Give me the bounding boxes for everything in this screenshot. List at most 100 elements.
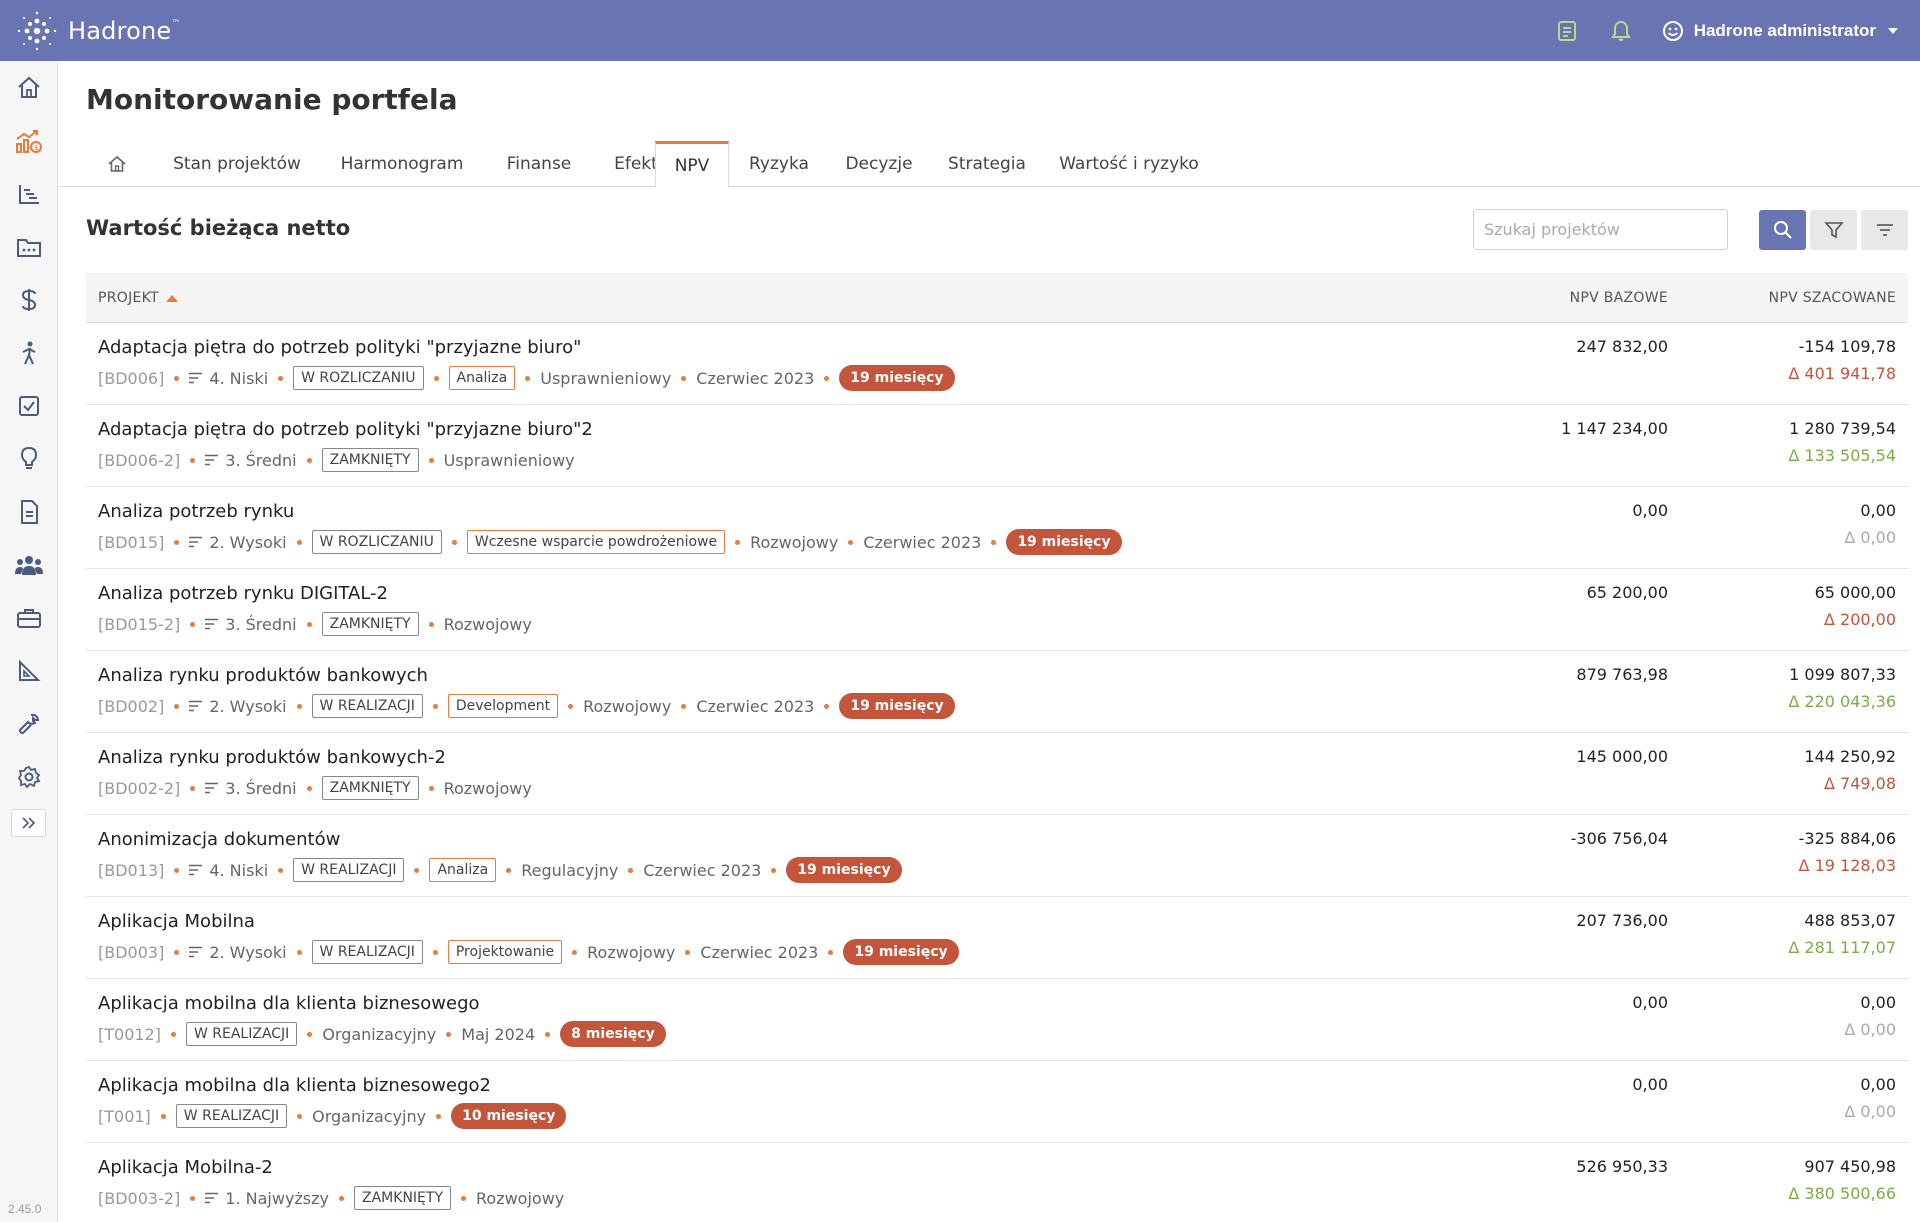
priority-lines-icon bbox=[205, 782, 219, 794]
bell-icon[interactable] bbox=[1608, 18, 1634, 44]
npv-est-value: -154 109,78 bbox=[1798, 337, 1896, 356]
expand-sidebar-button[interactable] bbox=[11, 809, 46, 837]
duration-badge: 19 miesięcy bbox=[1006, 529, 1122, 555]
separator-dot bbox=[771, 867, 777, 873]
table-row[interactable]: Aplikacja mobilna dla klienta biznesoweg… bbox=[86, 1061, 1908, 1143]
project-date: Czerwiec 2023 bbox=[643, 860, 762, 880]
sort-button[interactable] bbox=[1861, 210, 1908, 250]
table-row[interactable]: Adaptacja piętra do potrzeb polityki "pr… bbox=[86, 323, 1908, 405]
table-row[interactable]: Anonimizacja dokumentów [BD013] 4. Niski W … bbox=[86, 815, 1908, 897]
sidebar-item-settings[interactable] bbox=[0, 750, 58, 803]
sidebar-item-people[interactable] bbox=[0, 538, 58, 591]
priority-lines-icon bbox=[189, 700, 203, 712]
sidebar-item-folders[interactable] bbox=[0, 220, 58, 273]
table-row[interactable]: Analiza potrzeb rynku DIGITAL-2 [BD015-2]… bbox=[86, 569, 1908, 651]
sidebar-item-toolbox[interactable] bbox=[0, 591, 58, 644]
sidebar-item-measurements[interactable] bbox=[0, 644, 58, 697]
section-title: Wartość bieżąca netto bbox=[86, 216, 351, 240]
priority-lines-icon bbox=[205, 1192, 219, 1204]
project-date: Maj 2024 bbox=[461, 1024, 536, 1044]
separator-dot bbox=[296, 949, 302, 955]
app-logo[interactable]: Hadrone™ bbox=[16, 10, 181, 52]
separator-dot bbox=[306, 457, 312, 463]
table-row[interactable]: Analiza rynku produktów bankowych [BD002]… bbox=[86, 651, 1908, 733]
table-row[interactable]: Analiza rynku produktów bankowych-2 [BD00… bbox=[86, 733, 1908, 815]
ruler-triangle-icon bbox=[19, 659, 41, 681]
project-name[interactable]: Aplikacja mobilna dla klienta biznesoweg… bbox=[98, 1075, 491, 1096]
sidebar-item-resources[interactable] bbox=[0, 326, 58, 379]
tab-wartosc-i-ryzyko[interactable]: Wartość i ryzyko bbox=[1045, 141, 1213, 187]
notes-icon[interactable] bbox=[1554, 18, 1580, 44]
table-row[interactable]: Aplikacja mobilna dla klienta biznesoweg… bbox=[86, 979, 1908, 1061]
lightbulb-icon bbox=[20, 446, 38, 469]
tab-npv[interactable]: NPV bbox=[655, 141, 729, 188]
project-name[interactable]: Aplikacja Mobilna bbox=[98, 911, 255, 932]
toolbox-icon bbox=[17, 608, 41, 628]
project-name[interactable]: Analiza rynku produktów bankowych bbox=[98, 665, 428, 686]
separator-dot bbox=[306, 621, 312, 627]
table-row[interactable]: Adaptacja piętra do potrzeb polityki "pr… bbox=[86, 405, 1908, 487]
project-name[interactable]: Adaptacja piętra do potrzeb polityki "pr… bbox=[98, 337, 581, 358]
sidebar-item-tasks[interactable] bbox=[0, 379, 58, 432]
duration-badge: 19 miesięcy bbox=[839, 365, 955, 391]
project-type: Rozwojowy bbox=[587, 942, 676, 962]
project-name[interactable]: Adaptacja piętra do potrzeb polityki "pr… bbox=[98, 419, 593, 440]
project-code: [T0012] bbox=[98, 1024, 161, 1044]
separator-dot bbox=[446, 1031, 452, 1037]
sidebar-item-finance[interactable] bbox=[0, 273, 58, 326]
sidebar-item-portfolio[interactable]: $ bbox=[0, 114, 58, 167]
tab-strategia[interactable]: Strategia bbox=[929, 141, 1045, 187]
user-menu[interactable]: Hadrone administrator bbox=[1662, 20, 1898, 42]
tab-decyzje[interactable]: Decyzje bbox=[829, 141, 929, 187]
project-code: [BD006-2] bbox=[98, 450, 181, 470]
tab-home[interactable] bbox=[86, 141, 148, 187]
tab-harmonogram[interactable]: Harmonogram bbox=[318, 141, 486, 187]
chevron-down-icon bbox=[1888, 27, 1898, 34]
tab-ryzyka[interactable]: Ryzyka bbox=[729, 141, 829, 187]
npv-delta-value: Δ 0,00 bbox=[1844, 1102, 1896, 1121]
npv-est-value: 65 000,00 bbox=[1814, 583, 1896, 602]
project-name[interactable]: Aplikacja mobilna dla klienta biznesoweg… bbox=[98, 993, 480, 1014]
search-button[interactable] bbox=[1759, 210, 1806, 250]
project-code: [BD002] bbox=[98, 696, 165, 716]
npv-delta-value: Δ 220 043,36 bbox=[1788, 692, 1896, 711]
svg-text:$: $ bbox=[34, 144, 38, 152]
project-type: Organizacyjny bbox=[322, 1024, 437, 1044]
search-input[interactable] bbox=[1473, 209, 1728, 250]
npv-base-value: 879 763,98 bbox=[1576, 665, 1668, 684]
table-header: PROJEKT NPV BAZOWE NPV SZACOWANE bbox=[86, 273, 1908, 323]
status-badge: ZAMKNIĘTY bbox=[321, 448, 419, 472]
project-name[interactable]: Anonimizacja dokumentów bbox=[98, 829, 340, 850]
column-header-npv-est[interactable]: NPV SZACOWANE bbox=[1769, 290, 1896, 306]
priority: 1. Najwyższy bbox=[205, 1189, 329, 1208]
portfolio-chart-icon: $ bbox=[16, 129, 42, 153]
tab-finanse[interactable]: Finanse bbox=[486, 141, 592, 187]
logo-text: Hadrone™ bbox=[68, 16, 181, 45]
project-name[interactable]: Aplikacja Mobilna-2 bbox=[98, 1157, 273, 1178]
filter-button[interactable] bbox=[1810, 210, 1857, 250]
table-row[interactable]: Analiza potrzeb rynku [BD015] 2. Wysoki W R… bbox=[86, 487, 1908, 569]
column-header-project[interactable]: PROJEKT bbox=[98, 290, 178, 306]
tab-stan-projektow[interactable]: Stan projektów bbox=[156, 141, 318, 187]
project-name[interactable]: Analiza potrzeb rynku DIGITAL-2 bbox=[98, 583, 388, 604]
sidebar-item-tools[interactable] bbox=[0, 697, 58, 750]
separator-dot bbox=[432, 703, 438, 709]
column-header-npv-base[interactable]: NPV BAZOWE bbox=[1570, 290, 1668, 306]
sidebar-item-documents[interactable] bbox=[0, 485, 58, 538]
project-name[interactable]: Analiza potrzeb rynku bbox=[98, 501, 294, 522]
separator-dot bbox=[174, 949, 180, 955]
project-date: Czerwiec 2023 bbox=[696, 696, 815, 716]
separator-dot bbox=[297, 1113, 303, 1119]
status-badge: ZAMKNIĘTY bbox=[321, 776, 419, 800]
separator-dot bbox=[296, 703, 302, 709]
table-row[interactable]: Aplikacja Mobilna [BD003] 2. Wysoki W REALI… bbox=[86, 897, 1908, 979]
priority-label: 4. Niski bbox=[209, 860, 269, 880]
sidebar-item-gantt[interactable] bbox=[0, 167, 58, 220]
separator-dot bbox=[174, 703, 180, 709]
checkbox-icon bbox=[19, 395, 39, 416]
project-name[interactable]: Analiza rynku produktów bankowych-2 bbox=[98, 747, 446, 768]
table-row[interactable]: Aplikacja Mobilna-2 [BD003-2] 1. Najwyższy… bbox=[86, 1143, 1908, 1222]
npv-base-value: 65 200,00 bbox=[1586, 583, 1668, 602]
sidebar-item-ideas[interactable] bbox=[0, 432, 58, 485]
sidebar-item-home[interactable] bbox=[0, 61, 58, 114]
